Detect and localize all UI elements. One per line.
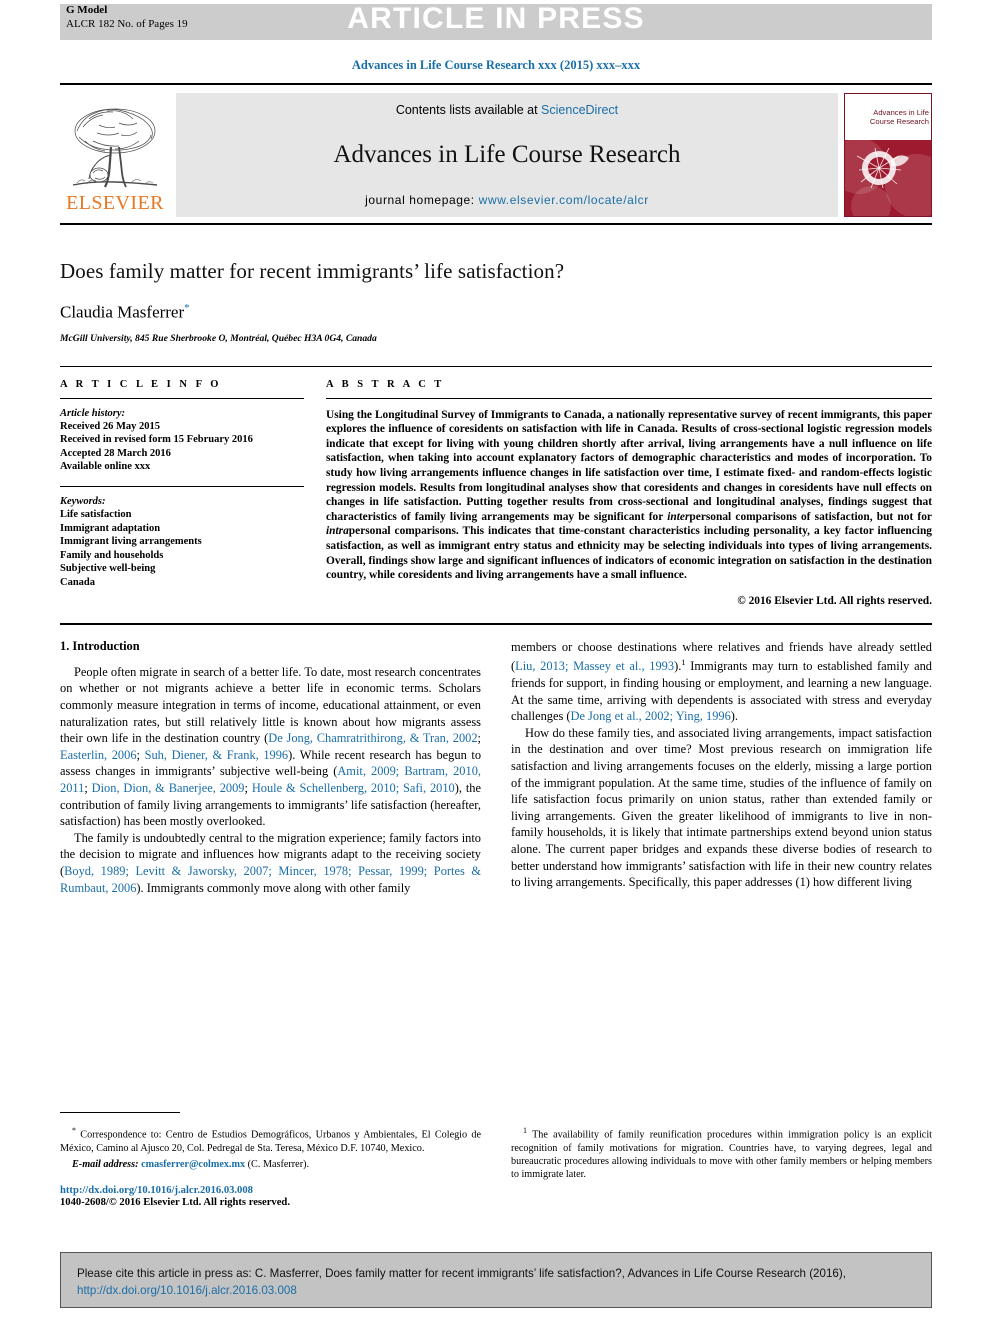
intro-paragraph-4: How do these family ties, and associated…	[511, 725, 932, 890]
history-item: Available online xxx	[60, 461, 151, 473]
intro-p1-sep-4: ;	[244, 780, 252, 795]
history-item: Accepted 28 March 2016	[60, 447, 171, 459]
body-top-rule	[60, 622, 932, 625]
abstract-body: Using the Longitudinal Survey of Immigra…	[326, 408, 932, 583]
keywords-label: Keywords:	[60, 496, 106, 508]
intro-p3-text-c: ).	[730, 709, 739, 724]
homepage-url-link[interactable]: www.elsevier.com/locate/alcr	[479, 193, 649, 207]
cite-this-article-box: Please cite this article in press as: C.…	[60, 1252, 932, 1308]
citation-link[interactable]: De Jong, Chamratrithirong, & Tran, 2002	[268, 731, 477, 745]
correspondence-footnote: * Correspondence to: Centro de Estudios …	[60, 1124, 481, 1155]
intro-p1-sep-2: ;	[136, 747, 145, 762]
intro-p2-text-b: ). Immigrants commonly move along with o…	[136, 880, 411, 895]
journal-title: Advances in Life Course Research	[333, 141, 681, 168]
abstract-part-3: personal comparisons. This indicates tha…	[326, 525, 932, 582]
citation-link[interactable]: Dion, Dion, & Banerjee, 2009	[92, 781, 245, 795]
footnote-column-left: * Correspondence to: Centro de Estudios …	[60, 1112, 481, 1208]
abstract-italic-intra: intra	[326, 525, 349, 538]
intro-p1-sep-1: ;	[477, 731, 481, 746]
author-footnote-mark[interactable]: *	[184, 302, 190, 314]
elsevier-wordmark: ELSEVIER	[66, 192, 164, 214]
body-column-left: 1. Introduction People often migrate in …	[60, 639, 481, 896]
intro-p1-sep-3: ;	[84, 780, 92, 795]
history-item: Received 26 May 2015	[60, 420, 161, 432]
cover-dandelion-icon	[856, 147, 909, 189]
citation-link[interactable]: Suh, Diener, & Frank, 1996	[145, 748, 289, 762]
keyword-item: Family and households	[60, 549, 164, 561]
abstract-part-1: Using the Longitudinal Survey of Immigra…	[326, 408, 932, 523]
model-id-label: ALCR 182 No. of Pages 19	[66, 17, 188, 30]
g-model-block: G Model ALCR 182 No. of Pages 19	[66, 4, 188, 31]
footnote-column-right: 1 The availability of family reunificati…	[511, 1118, 932, 1208]
cite-doi-link[interactable]: http://dx.doi.org/10.1016/j.alcr.2016.03…	[77, 1284, 297, 1297]
doi-link[interactable]: http://dx.doi.org/10.1016/j.alcr.2016.03…	[60, 1185, 481, 1196]
masthead-center-panel: Contents lists available at ScienceDirec…	[176, 93, 838, 217]
email-footnote: E-mail address: cmasferrer@colmex.mx (C.…	[60, 1158, 481, 1171]
intro-paragraph-1: People often migrate in search of a bett…	[60, 664, 481, 830]
abstract-copyright: © 2016 Elsevier Ltd. All rights reserved…	[737, 594, 932, 607]
elsevier-logo: ELSEVIER	[60, 93, 170, 217]
keyword-item: Canada	[60, 577, 96, 588]
cover-title-text: Advances in Life Course Research	[869, 108, 929, 126]
journal-reference-line: Advances in Life Course Research xxx (20…	[351, 58, 641, 72]
citation-link[interactable]: Houle & Schellenberg, 2010; Safi, 2010	[252, 781, 455, 795]
homepage-label: journal homepage:	[365, 193, 479, 207]
keyword-item: Immigrant adaptation	[60, 522, 161, 534]
journal-homepage-line: journal homepage: www.elsevier.com/locat…	[365, 193, 649, 207]
cite-this-article-text: Please cite this article in press as: C.…	[77, 1265, 915, 1299]
history-item: Received in revised form 15 February 201…	[60, 434, 253, 446]
cite-prefix: Please cite this article in press as: C.…	[77, 1267, 846, 1280]
keyword-item: Subjective well-being	[60, 563, 156, 575]
abstract-italic-inter: inter	[667, 510, 690, 523]
author-label: Claudia Masferrer	[60, 302, 185, 322]
footnote-number-mark: 1	[523, 1126, 527, 1135]
abstract-heading: A B S T R A C T	[326, 378, 445, 390]
citation-link[interactable]: Easterlin, 2006	[60, 748, 137, 762]
abstract-column: A B S T R A C T Using the Longitudinal S…	[326, 379, 932, 607]
author-name: Claudia Masferrer*	[60, 302, 932, 323]
abstract-part-2: personal comparisons of satisfaction, bu…	[689, 510, 932, 523]
intro-paragraph-3: members or choose destinations where rel…	[511, 639, 932, 725]
footnote-1-text: The availability of family reunification…	[511, 1129, 932, 1180]
journal-cover-thumbnail: Advances in Life Course Research	[844, 93, 932, 217]
article-history-label: Article history:	[60, 407, 126, 419]
article-info-heading: A R T I C L E I N F O	[60, 378, 222, 390]
section-title-introduction: 1. Introduction	[60, 638, 140, 653]
body-column-right: members or choose destinations where rel…	[511, 639, 932, 896]
keyword-item: Life satisfaction	[60, 509, 132, 521]
keyword-item: Immigrant living arrangements	[60, 536, 202, 548]
article-in-press-banner: ARTICLE IN PRESS G Model ALCR 182 No. of…	[0, 0, 992, 42]
correspondence-text: Correspondence to: Centro de Estudios De…	[60, 1129, 481, 1154]
journal-masthead: ELSEVIER Contents lists available at Sci…	[60, 83, 932, 217]
article-info-column: A R T I C L E I N F O Article history: R…	[60, 379, 304, 607]
info-abstract-section: A R T I C L E I N F O Article history: R…	[60, 365, 932, 607]
doi-block: http://dx.doi.org/10.1016/j.alcr.2016.03…	[60, 1185, 481, 1208]
keywords-rule	[60, 486, 304, 488]
citation-link[interactable]: Liu, 2013; Massey et al., 1993	[515, 660, 674, 674]
email-label: E-mail address:	[72, 1158, 139, 1170]
author-affiliation: McGill University, 845 Rue Sherbrooke O,…	[60, 332, 377, 344]
page-title: Does family matter for recent immigrants…	[60, 259, 565, 283]
issn-copyright-line: 1040-2608/© 2016 Elsevier Ltd. All right…	[60, 1197, 290, 1208]
numbered-footnote-1: 1 The availability of family reunificati…	[511, 1124, 932, 1181]
citation-link[interactable]: De Jong et al., 2002; Ying, 1996	[571, 709, 731, 723]
correspondence-mark: *	[72, 1126, 76, 1135]
masthead-bottom-rule	[60, 223, 932, 225]
body-two-column-layout: 1. Introduction People often migrate in …	[60, 639, 932, 896]
article-info-rule	[60, 397, 304, 399]
title-block: Does family matter for recent immigrants…	[60, 259, 932, 344]
g-model-label: G Model	[66, 4, 108, 16]
email-link[interactable]: cmasferrer@colmex.mx	[141, 1159, 245, 1170]
contents-prefix: Contents lists available at	[395, 103, 542, 117]
sciencedirect-link[interactable]: ScienceDirect	[541, 103, 618, 117]
keywords-block: Keywords: Life satisfaction Immigrant ad…	[60, 486, 304, 590]
footnote-area: * Correspondence to: Centro de Estudios …	[60, 1112, 932, 1208]
elsevier-tree-icon	[72, 108, 158, 188]
abstract-rule	[326, 397, 932, 399]
email-suffix: (C. Masferrer).	[245, 1158, 310, 1170]
contents-available-line: Contents lists available at ScienceDirec…	[396, 103, 618, 117]
intro-paragraph-2: The family is undoubtedly central to the…	[60, 830, 481, 896]
